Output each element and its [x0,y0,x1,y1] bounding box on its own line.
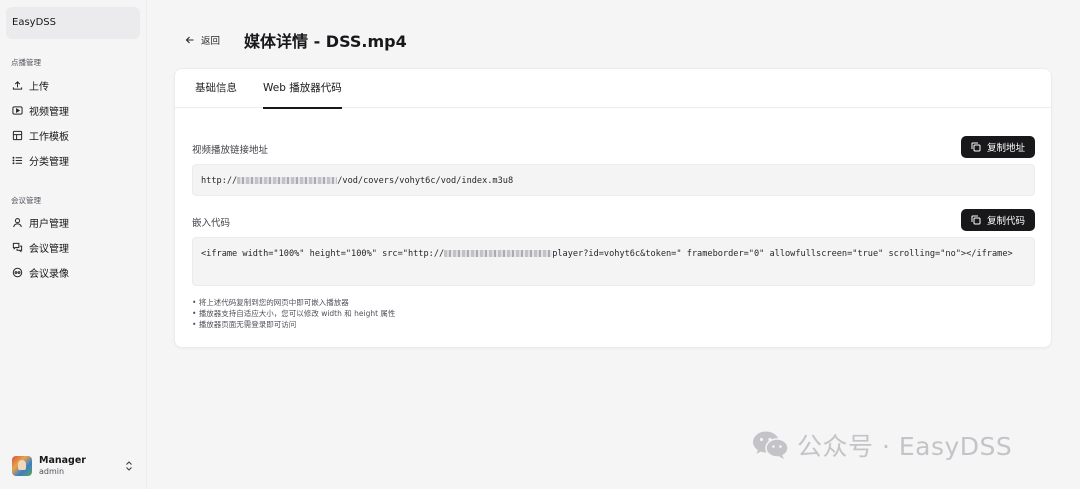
sidebar-item-label: 会议管理 [29,243,69,255]
user-role: admin [39,466,65,476]
back-label: 返回 [201,36,221,47]
tab-bar: 基础信息 Web 播放器代码 [175,69,1051,109]
tab-web-player-code[interactable]: Web 播放器代码 [263,69,342,109]
play-url-label: 视频播放链接地址 [192,145,269,156]
redacted-host [237,177,338,184]
note-item: • 播放器支持自适应大小，您可以修改 width 和 height 属性 [192,309,396,318]
play-url-prefix: http:// [201,176,238,186]
play-url-suffix: /vod/covers/vohyt6c/vod/index.m3u8 [337,176,514,186]
copy-code-button[interactable]: 复制代码 [960,209,1035,231]
tab-basic-info[interactable]: 基础信息 [195,69,237,108]
nav-group-label-vod: 点播管理 [11,58,41,67]
embed-code-field[interactable]: <iframe width="100%" height="100%" src="… [192,237,1035,286]
template-icon [12,130,23,141]
sidebar-item-label: 视频管理 [29,106,69,118]
wechat-icon [753,431,789,459]
watermark: 公众号 · EasyDSS [751,427,1012,463]
play-url-field[interactable]: http:// /vod/covers/vohyt6c/vod/index.m3u… [192,164,1035,196]
user-name: Manager [39,454,86,466]
copy-icon [971,215,981,225]
sidebar-item-meeting-management[interactable]: 会议管理 [6,236,140,258]
redacted-host [444,250,553,257]
detail-card: 基础信息 Web 播放器代码 视频播放链接地址 复制地址 http:// /vod… [174,68,1052,348]
copy-icon [971,142,981,152]
copy-url-button[interactable]: 复制地址 [960,136,1035,158]
embed-code-prefix: <iframe width="100%" height="100%" src="… [201,249,445,259]
sidebar-item-user-management[interactable]: 用户管理 [6,211,140,233]
sidebar-item-upload[interactable]: 上传 [6,74,140,96]
avatar [12,456,32,476]
embed-code-label: 嵌入代码 [192,218,231,229]
note-item: • 将上述代码复制到您的网页中即可嵌入播放器 [192,298,349,307]
sidebar-item-label: 分类管理 [29,156,69,168]
sidebar: EasyDSS 点播管理 上传 视频管理 工作模板 分类管理 会议管理 用户管理 [0,0,147,489]
sidebar-item-work-template[interactable]: 工作模板 [6,124,140,146]
upload-icon [12,80,23,91]
arrow-left-icon [185,36,194,44]
copy-code-label: 复制代码 [986,216,1025,227]
sidebar-item-label: 工作模板 [29,131,69,143]
usage-notes: • 将上述代码复制到您的网页中即可嵌入播放器 • 播放器支持自适应大小，您可以修… [192,297,395,330]
note-item: • 播放器页面无需登录即可访问 [192,320,297,329]
sidebar-item-category-management[interactable]: 分类管理 [6,149,140,171]
embed-code-suffix: player?id=vohyt6c&token=" frameborder="0… [552,249,1013,259]
watermark-text: 公众号 · EasyDSS [797,432,1013,461]
sidebar-item-video-management[interactable]: 视频管理 [6,99,140,121]
copy-url-label: 复制地址 [986,143,1025,154]
user-icon [12,217,23,228]
sidebar-item-label: 用户管理 [29,218,69,230]
sidebar-item-label: 上传 [29,81,49,93]
user-menu[interactable]: Manager admin [12,452,136,480]
brand-name[interactable]: EasyDSS [6,7,140,39]
chevron-up-down-icon [126,461,132,471]
sidebar-item-meeting-recordings[interactable]: 会议录像 [6,261,140,283]
page-title: 媒体详情 - DSS.mp4 [244,32,407,51]
nav-group-label-meeting: 会议管理 [11,196,41,205]
meeting-icon [12,242,23,253]
record-icon [12,267,23,278]
list-icon [12,155,23,166]
sidebar-item-label: 会议录像 [29,268,69,280]
back-button[interactable]: 返回 [185,32,220,48]
video-icon [12,105,23,116]
